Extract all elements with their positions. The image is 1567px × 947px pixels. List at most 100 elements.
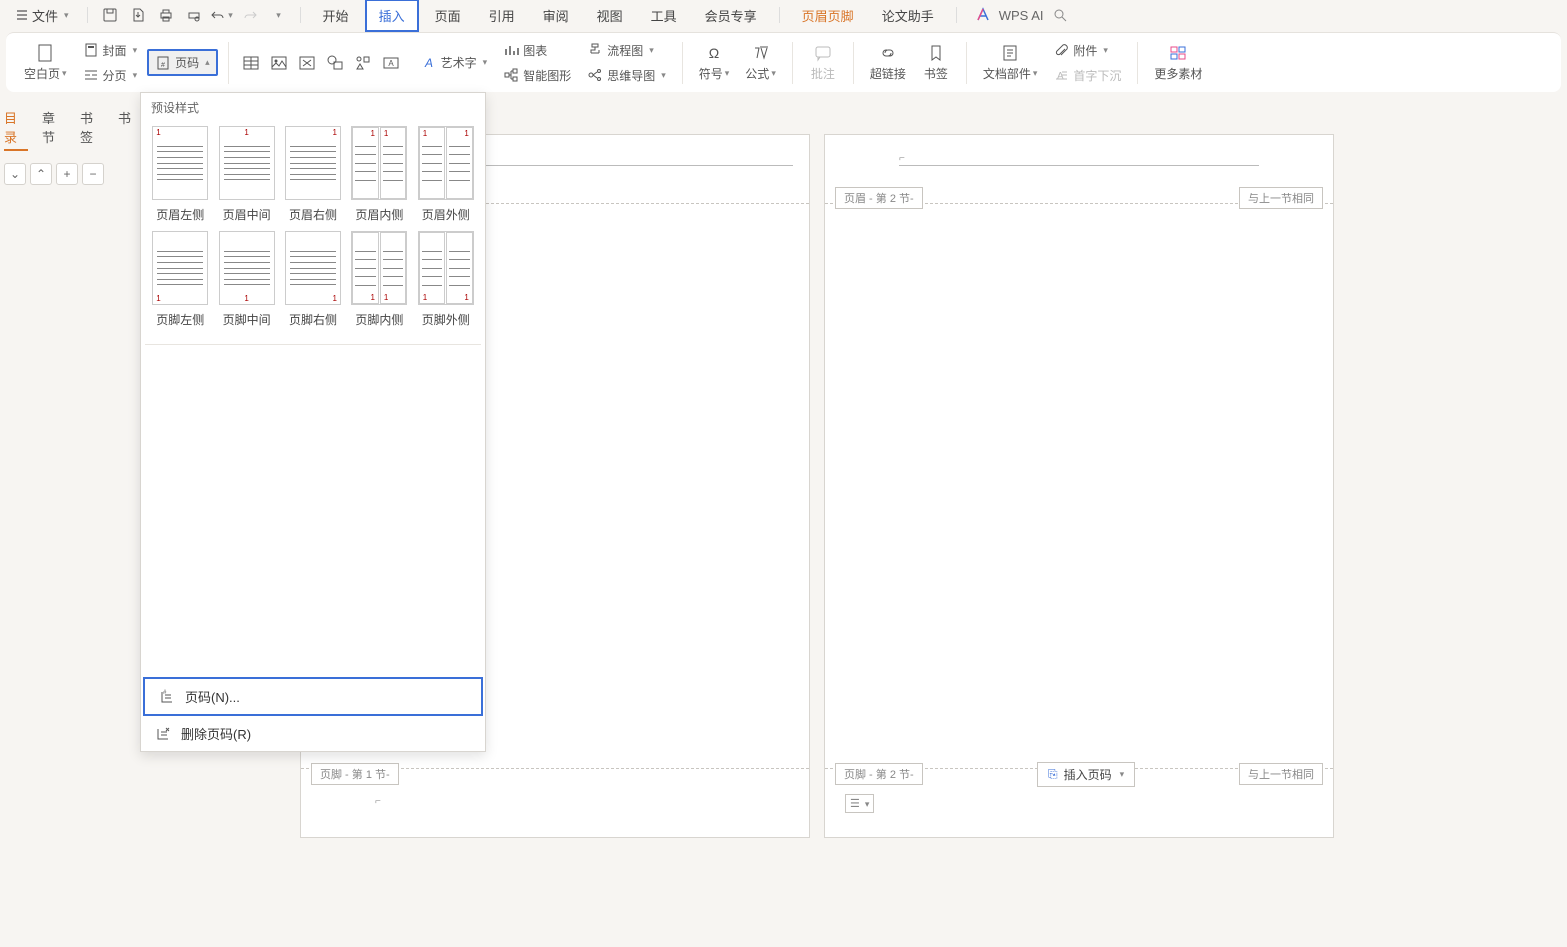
image-button[interactable]: [267, 51, 291, 75]
insert-page-number-button[interactable]: ⎘ 插入页码 ▾: [1037, 762, 1135, 787]
more-quick-button[interactable]: ▾: [266, 3, 290, 27]
art-text-button[interactable]: A艺术字▾: [415, 51, 494, 74]
delete-page-number-action[interactable]: 删除页码(R): [141, 716, 485, 751]
tab-start[interactable]: 开始: [311, 1, 361, 30]
preset-footer-right[interactable]: 1页脚右侧: [284, 231, 342, 328]
tab-view[interactable]: 视图: [585, 1, 635, 30]
svg-text:Ω: Ω: [709, 45, 719, 61]
minus-icon: −: [89, 167, 96, 181]
file-menu[interactable]: 文件 ▾: [8, 2, 77, 29]
shape-button[interactable]: [323, 51, 347, 75]
drop-cap-icon: A: [1053, 67, 1069, 83]
blank-page-button[interactable]: 空白页▾: [18, 39, 73, 86]
preset-header-center[interactable]: 1页眉中间: [217, 126, 275, 223]
chart-button[interactable]: 图表: [497, 39, 577, 62]
attachment-button[interactable]: 附件▾: [1047, 39, 1127, 62]
screenshot-button[interactable]: [295, 51, 319, 75]
wps-ai-button[interactable]: WPS AI: [975, 7, 1044, 23]
tab-page[interactable]: 页面: [423, 1, 473, 30]
page-number-dialog-action[interactable]: # 页码(N)...: [143, 677, 483, 716]
preset-header-left[interactable]: 1页眉左侧: [151, 126, 209, 223]
chevron-down-icon: ▾: [771, 68, 776, 79]
preset-footer-left[interactable]: 1页脚左侧: [151, 231, 209, 328]
mindmap-button[interactable]: 思维导图 ▾: [581, 64, 672, 87]
hyperlink-button[interactable]: 超链接: [864, 39, 912, 86]
print-preview-button[interactable]: [182, 3, 206, 27]
doc-part-button[interactable]: 文档部件▾: [977, 39, 1044, 86]
action-label: 页码(N)...: [185, 687, 240, 706]
more-button[interactable]: 更多素材: [1148, 39, 1208, 86]
separator: [792, 42, 793, 84]
tab-reference[interactable]: 引用: [477, 1, 527, 30]
preset-footer-outside[interactable]: 11页脚外侧: [417, 231, 475, 328]
mindmap-icon: [587, 67, 603, 83]
comment-button[interactable]: 批注: [803, 39, 843, 86]
break-icon: [83, 67, 99, 83]
save-button[interactable]: [98, 3, 122, 27]
search-button[interactable]: [1048, 3, 1072, 27]
page-number-button[interactable]: # 页码▴: [147, 49, 218, 76]
doc-part-label: 文档部件: [983, 65, 1031, 82]
page-icon: [35, 43, 55, 63]
tab-tools[interactable]: 工具: [639, 1, 689, 30]
save-icon: [102, 7, 118, 23]
separator: [228, 42, 229, 84]
collapse-down-button[interactable]: ⌄: [4, 163, 26, 185]
tab-thesis[interactable]: 论文助手: [870, 1, 946, 30]
smartart-button[interactable]: 智能图形: [497, 64, 577, 87]
nav-tab-bookmark[interactable]: 书签: [80, 108, 104, 151]
chevron-down-icon: ▾: [1103, 45, 1108, 56]
action-label: 删除页码(R): [181, 724, 251, 743]
symbol-button[interactable]: Ω符号▾: [693, 39, 736, 86]
cover-icon: [83, 42, 99, 58]
header-tag: 页眉 - 第 2 节-: [835, 187, 923, 209]
tab-review[interactable]: 审阅: [531, 1, 581, 30]
preset-footer-center[interactable]: 1页脚中间: [217, 231, 275, 328]
undo-button[interactable]: ▾: [210, 3, 234, 27]
bookmark-button[interactable]: 书签: [916, 39, 956, 86]
mindmap-label: 思维导图: [607, 67, 655, 84]
page-2[interactable]: ⌐ 页眉 - 第 2 节- 与上一节相同 页脚 - 第 2 节- 与上一节相同 …: [824, 134, 1334, 838]
preset-header-inside[interactable]: 11页眉内侧: [350, 126, 408, 223]
icon-button[interactable]: [351, 51, 375, 75]
shape-icon: [325, 53, 345, 73]
undo-icon: [210, 7, 226, 23]
flowchart-button[interactable]: 流程图▾: [581, 39, 672, 62]
ai-label: WPS AI: [999, 8, 1044, 23]
svg-text:A: A: [388, 59, 394, 68]
tab-header-footer[interactable]: 页眉页脚: [790, 1, 866, 30]
preset-label: 页眉右侧: [289, 206, 337, 223]
nav-tab-more[interactable]: 书: [118, 108, 131, 151]
divider: [956, 7, 957, 23]
chart-label: 图表: [523, 42, 547, 59]
formula-icon: [751, 43, 771, 63]
preset-header-outside[interactable]: 11页眉外侧: [417, 126, 475, 223]
nav-tab-toc[interactable]: 目录: [4, 108, 28, 151]
chevron-up-icon: ⌃: [36, 167, 46, 181]
export-button[interactable]: [126, 3, 150, 27]
add-button[interactable]: +: [56, 163, 78, 185]
break-button[interactable]: 分页▾: [77, 64, 144, 87]
art-text-label: 艺术字: [441, 54, 477, 71]
textbox-button[interactable]: A: [379, 51, 403, 75]
cover-button[interactable]: 封面▾: [77, 39, 144, 62]
formula-button[interactable]: 公式▾: [739, 39, 782, 86]
collapse-up-button[interactable]: ⌃: [30, 163, 52, 185]
doc-part-icon: [1000, 43, 1020, 63]
preset-header-right[interactable]: 1页眉右侧: [284, 126, 342, 223]
remove-button[interactable]: −: [82, 163, 104, 185]
preset-footer-inside[interactable]: 11页脚内侧: [350, 231, 408, 328]
redo-icon: [242, 7, 258, 23]
print-button[interactable]: [154, 3, 178, 27]
tab-member[interactable]: 会员专享: [693, 1, 769, 30]
tab-insert[interactable]: 插入: [365, 0, 419, 32]
chevron-down-icon: ▾: [661, 70, 666, 81]
redo-button[interactable]: [238, 3, 262, 27]
table-button[interactable]: [239, 51, 263, 75]
print-preview-icon: [186, 7, 202, 23]
separator: [853, 42, 854, 84]
section-control[interactable]: ☰ ▾: [845, 794, 874, 813]
drop-cap-button[interactable]: A首字下沉: [1047, 64, 1127, 87]
chevron-down-icon: ▾: [228, 10, 233, 21]
nav-tab-chapter[interactable]: 章节: [42, 108, 66, 151]
